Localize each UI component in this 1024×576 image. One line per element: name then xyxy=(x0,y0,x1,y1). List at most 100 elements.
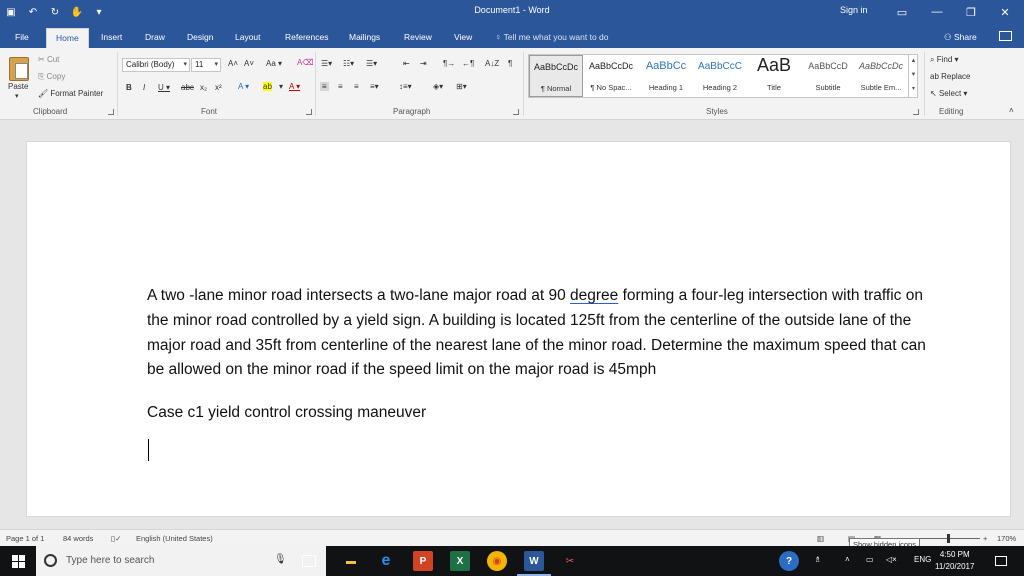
font-family-select[interactable]: Calibri (Body) ▾ xyxy=(122,58,190,72)
word-icon[interactable]: W xyxy=(524,551,544,571)
taskbar-search[interactable]: Type here to search 🎙 xyxy=(36,546,326,576)
read-mode-icon[interactable]: ▥ xyxy=(817,534,824,543)
subscript-icon[interactable]: x₂ xyxy=(200,83,207,92)
grammar-flag[interactable]: degree xyxy=(570,287,618,304)
chevron-down-icon[interactable]: ▼ xyxy=(909,68,918,82)
page-count[interactable]: Page 1 of 1 xyxy=(6,534,44,543)
tab-review[interactable]: Review xyxy=(395,28,441,48)
paste-dropdown-icon[interactable]: ▾ xyxy=(15,92,19,100)
font-launcher-icon[interactable] xyxy=(306,109,312,115)
format-painter-button[interactable]: 🖌 Format Painter xyxy=(38,89,103,98)
justify-icon[interactable]: ≡▾ xyxy=(370,82,379,91)
shrink-font-icon[interactable]: A˅ xyxy=(244,59,254,68)
align-left-icon[interactable]: ≡ xyxy=(320,82,329,91)
start-button[interactable] xyxy=(0,546,36,576)
tell-me-search[interactable]: ♀ Tell me what you want to do xyxy=(495,32,608,42)
close-button[interactable]: ✕ xyxy=(988,0,1022,24)
powerpoint-icon[interactable]: P xyxy=(413,551,433,571)
multilevel-list-icon[interactable]: ☰▾ xyxy=(366,59,377,68)
tab-home[interactable]: Home xyxy=(46,28,89,48)
comments-icon[interactable] xyxy=(999,31,1012,41)
battery-icon[interactable]: ▭ xyxy=(866,555,874,564)
chevron-up-icon[interactable]: ▲ xyxy=(909,54,918,68)
restore-button[interactable]: ❐ xyxy=(954,0,988,24)
microphone-icon[interactable]: 🎙 xyxy=(274,554,287,565)
language-indicator[interactable]: English (United States) xyxy=(136,534,213,543)
help-icon[interactable]: ? xyxy=(779,551,799,571)
shading-icon[interactable]: ◈▾ xyxy=(433,82,443,91)
line-spacing-icon[interactable]: ↕≡▾ xyxy=(399,82,412,91)
people-icon[interactable]: ♗ xyxy=(814,555,821,564)
italic-icon[interactable]: I xyxy=(143,83,145,92)
action-center-icon[interactable] xyxy=(995,556,1007,566)
edge-icon[interactable]: e xyxy=(376,551,396,571)
replace-button[interactable]: ab Replace xyxy=(930,72,971,81)
snipping-tool-icon[interactable]: ✂ xyxy=(560,551,580,571)
style-no-spacing[interactable]: AaBbCcDc ¶ No Spac... xyxy=(584,55,638,97)
font-color-icon[interactable]: A ▾ xyxy=(289,82,300,91)
paste-icon[interactable] xyxy=(9,57,29,81)
grow-font-icon[interactable]: A˄ xyxy=(228,59,238,68)
clock[interactable]: 4:50 PM 11/20/2017 xyxy=(935,549,974,573)
numbering-icon[interactable]: ☷▾ xyxy=(343,59,354,68)
collapse-ribbon-icon[interactable]: ˄ xyxy=(1009,106,1014,115)
customize-qat-icon[interactable]: ▾ xyxy=(92,5,106,19)
text-effects-icon[interactable]: A ▾ xyxy=(238,82,249,91)
borders-icon[interactable]: ⊞▾ xyxy=(456,82,467,91)
underline-icon[interactable]: U ▾ xyxy=(158,83,170,92)
align-center-icon[interactable]: ≡ xyxy=(338,82,343,91)
paragraph-launcher-icon[interactable] xyxy=(513,109,519,115)
bullets-icon[interactable]: ☰▾ xyxy=(321,59,332,68)
tab-file[interactable]: File xyxy=(6,28,38,48)
sort-icon[interactable]: A↓Z xyxy=(485,59,499,68)
zoom-level[interactable]: 170% xyxy=(997,534,1016,543)
style-heading-2[interactable]: AaBbCcC Heading 2 xyxy=(693,55,747,97)
style-title[interactable]: AaB Title xyxy=(747,55,801,97)
copy-button[interactable]: ⎘ Copy xyxy=(38,72,65,82)
tab-mailings[interactable]: Mailings xyxy=(340,28,389,48)
tab-layout[interactable]: Layout xyxy=(226,28,270,48)
show-formatting-marks-icon[interactable]: ¶ xyxy=(508,59,512,68)
align-right-icon[interactable]: ≡ xyxy=(354,82,359,91)
decrease-indent-icon[interactable]: ⇤ xyxy=(403,59,410,68)
zoom-slider-thumb[interactable] xyxy=(947,534,950,543)
paste-button[interactable]: Paste xyxy=(8,82,28,91)
word-count[interactable]: 84 words xyxy=(63,534,93,543)
excel-icon[interactable]: X xyxy=(450,551,470,571)
volume-icon[interactable]: ◁× xyxy=(886,555,897,564)
change-case-icon[interactable]: Aa ▾ xyxy=(266,59,282,68)
zoom-in-icon[interactable]: + xyxy=(983,534,987,543)
find-button[interactable]: ⌕ Find ▾ xyxy=(930,55,959,65)
select-button[interactable]: ↖ Select ▾ xyxy=(930,89,967,98)
style-subtitle[interactable]: AaBbCcD Subtitle xyxy=(801,55,855,97)
tab-references[interactable]: References xyxy=(276,28,337,48)
style-heading-1[interactable]: AaBbCc Heading 1 xyxy=(639,55,693,97)
input-language[interactable]: ENG xyxy=(914,555,931,564)
bold-icon[interactable]: B xyxy=(126,83,132,92)
ribbon-display-options-icon[interactable]: ▭ xyxy=(885,0,919,24)
clipboard-launcher-icon[interactable] xyxy=(108,109,114,115)
save-icon[interactable]: ▣ xyxy=(4,5,18,19)
sign-in-link[interactable]: Sign in xyxy=(840,5,868,15)
touch-mode-icon[interactable]: ✋ xyxy=(70,5,84,19)
redo-icon[interactable]: ↻ xyxy=(48,5,62,19)
font-size-select[interactable]: 11 ▾ xyxy=(191,58,221,72)
highlight-dropdown-icon[interactable]: ▾ xyxy=(279,82,283,91)
tab-design[interactable]: Design xyxy=(178,28,222,48)
paragraph[interactable]: Case c1 yield control crossing maneuver xyxy=(147,401,927,426)
document-page[interactable]: A two -lane minor road intersects a two-… xyxy=(26,141,1011,517)
task-view-icon[interactable] xyxy=(302,555,316,567)
style-normal[interactable]: AaBbCcDc ¶ Normal xyxy=(529,55,583,97)
show-hidden-icons-icon[interactable]: ˄ xyxy=(845,555,850,564)
superscript-icon[interactable]: x² xyxy=(215,83,222,92)
rtl-icon[interactable]: ←¶ xyxy=(462,59,474,68)
increase-indent-icon[interactable]: ⇥ xyxy=(420,59,427,68)
minimize-button[interactable]: — xyxy=(920,0,954,24)
proofing-icon[interactable]: ▯✓ xyxy=(111,534,121,543)
undo-icon[interactable]: ↶ xyxy=(26,5,40,19)
more-styles-icon[interactable]: ▾ xyxy=(909,82,918,96)
file-explorer-icon[interactable]: ▬ xyxy=(341,551,361,571)
chrome-icon[interactable]: ◉ xyxy=(487,551,507,571)
ltr-icon[interactable]: ¶→ xyxy=(443,59,455,68)
highlight-color-icon[interactable]: ab xyxy=(263,82,272,91)
